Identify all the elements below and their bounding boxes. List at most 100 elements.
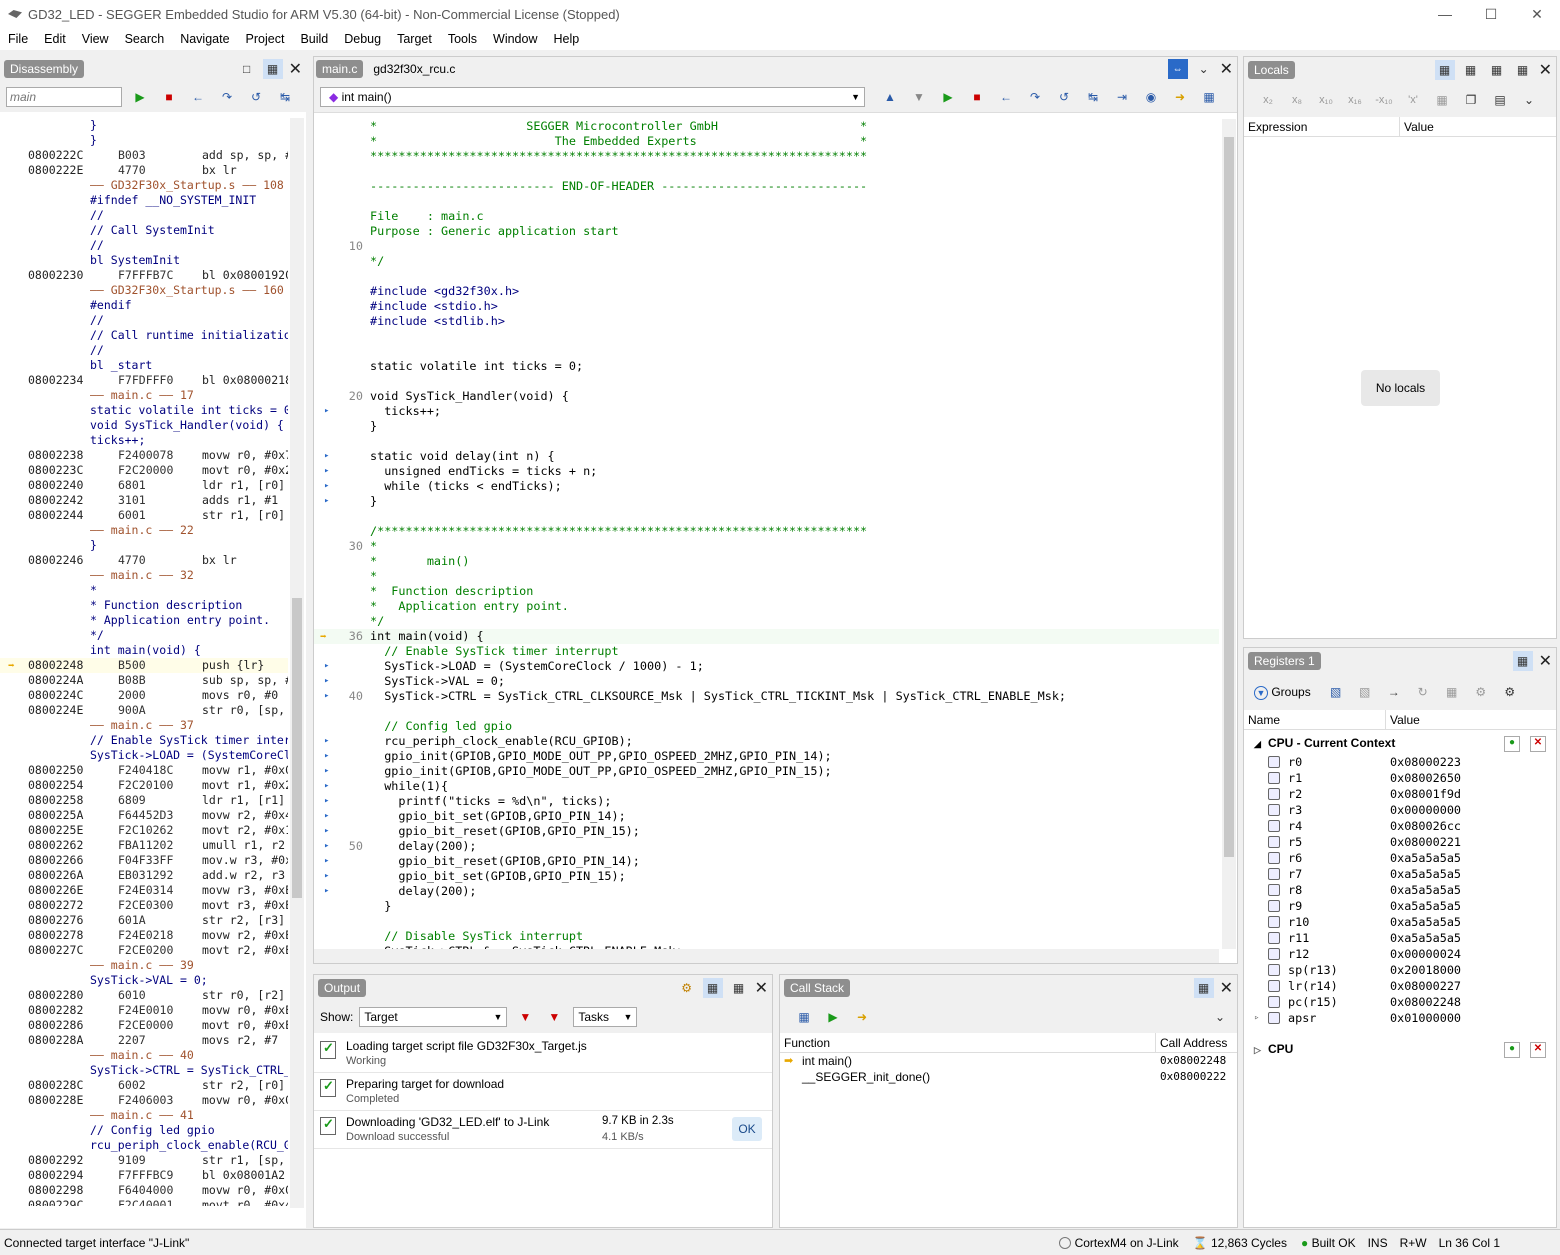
locals-chart-icon[interactable]: ▦ — [1513, 60, 1533, 80]
format-icon[interactable]: ⚙ — [1470, 682, 1492, 702]
register-checkbox[interactable] — [1268, 868, 1280, 880]
stop-icon[interactable]: ■ — [966, 87, 988, 107]
code-line[interactable]: 10 — [314, 239, 1219, 254]
register-row[interactable]: r9 0xa5a5a5a5 — [1244, 898, 1556, 914]
instruction-row[interactable]: 0800224E 900A str r0, [sp, — [0, 703, 288, 718]
instruction-row[interactable]: 08002286 F2CE0000 movt r0, #0xE — [0, 1018, 288, 1033]
editor-vertical-scrollbar[interactable] — [1222, 119, 1236, 949]
signed-format-icon[interactable]: -x₁₀ — [1373, 90, 1395, 110]
instruction-row[interactable]: 08002258 6809 ldr r1, [r1] — [0, 793, 288, 808]
editor-options-icon[interactable]: ⇔ — [1167, 59, 1188, 79]
file-marker-row[interactable]: —— GD32F30x_Startup.s —— 160 — [0, 283, 288, 298]
code-editor[interactable]: * SEGGER Microcontroller GmbH * * The Emb… — [314, 119, 1219, 949]
instruction-row[interactable]: 0800222E 4770 bx lr — [0, 163, 288, 178]
menu-window[interactable]: Window — [485, 32, 545, 46]
arrow-right-icon[interactable]: → — [1383, 682, 1405, 702]
code-line[interactable]: * — [314, 569, 1219, 584]
watch-icon[interactable]: ● — [1504, 1042, 1520, 1058]
code-line[interactable] — [314, 914, 1219, 929]
call-stack-row[interactable]: ➡ int main() 0x08002248 — [780, 1053, 1237, 1069]
instruction-row[interactable]: 08002242 3101 adds r1, #1 — [0, 493, 288, 508]
output-view-icon[interactable]: ▦ — [702, 978, 723, 998]
source-row[interactable]: } — [0, 538, 288, 553]
code-line[interactable] — [314, 269, 1219, 284]
editor-horizontal-scrollbar[interactable] — [314, 949, 1219, 963]
file-marker-row[interactable]: —— GD32F30x_Startup.s —— 108 — [0, 178, 288, 193]
instruction-row[interactable]: 08002276 601A str r2, [r3] — [0, 913, 288, 928]
code-line[interactable]: ▸ delay(200); — [314, 884, 1219, 899]
go-icon[interactable]: ▶ — [822, 1007, 844, 1027]
menu-debug[interactable]: Debug — [336, 32, 389, 46]
stop-icon[interactable]: ■ — [158, 87, 180, 107]
show-next-statement-icon[interactable]: ➜ — [1169, 87, 1191, 107]
close-output-icon[interactable]: ✕ — [755, 978, 768, 998]
source-row[interactable]: // Enable SysTick timer inter — [0, 733, 288, 748]
instruction-row[interactable]: 0800226E F24E0314 movw r3, #0xE — [0, 883, 288, 898]
code-line[interactable]: ▸ gpio_init(GPIOB,GPIO_MODE_OUT_PP,GPIO_… — [314, 764, 1219, 779]
code-line[interactable]: // Config led gpio — [314, 719, 1219, 734]
source-row[interactable]: void SysTick_Handler(void) { — [0, 418, 288, 433]
code-line[interactable]: /***************************************… — [314, 524, 1219, 539]
instruction-row[interactable]: 08002292 9109 str r1, [sp, — [0, 1153, 288, 1168]
file-marker-row[interactable]: —— main.c —— 22 — [0, 523, 288, 538]
source-row[interactable]: rcu_periph_clock_enable(RCU_G — [0, 1138, 288, 1153]
copy-icon[interactable]: ❐ — [1460, 90, 1482, 110]
code-line[interactable]: ▸} — [314, 494, 1219, 509]
function-selector[interactable]: ◆ int main() ▼ — [320, 86, 865, 107]
disassembly-search-input[interactable] — [6, 87, 122, 107]
menu-tools[interactable]: Tools — [440, 32, 485, 46]
register-row[interactable]: r1 0x08002650 — [1244, 770, 1556, 786]
menu-navigate[interactable]: Navigate — [172, 32, 237, 46]
code-line[interactable] — [314, 194, 1219, 209]
file-marker-row[interactable]: —— main.c —— 39 — [0, 958, 288, 973]
register-checkbox[interactable] — [1268, 964, 1280, 976]
source-row[interactable]: } — [0, 118, 288, 133]
instruction-row[interactable]: 08002272 F2CE0300 movt r3, #0xE — [0, 898, 288, 913]
call-stack-options-icon[interactable]: ▦ — [1193, 978, 1214, 998]
menu-file[interactable]: File — [0, 32, 36, 46]
instruction-row[interactable]: 0800229C F2C40001 movt r0, #0x4 — [0, 1198, 288, 1206]
locals-view-icon[interactable]: ▦ — [1461, 60, 1481, 80]
register-row[interactable]: r6 0xa5a5a5a5 — [1244, 850, 1556, 866]
call-stack-view-icon[interactable]: ▦ — [793, 1007, 815, 1027]
ok-button[interactable]: OK — [732, 1117, 762, 1141]
code-line[interactable]: // Enable SysTick timer interrupt — [314, 644, 1219, 659]
code-line[interactable]: ▸ gpio_bit_set(GPIOB,GPIO_PIN_14); — [314, 809, 1219, 824]
memory-icon[interactable]: ▦ — [1441, 682, 1463, 702]
register-row[interactable]: lr(r14) 0x08000227 — [1244, 978, 1556, 994]
instruction-row[interactable]: 08002278 F24E0218 movw r2, #0xE — [0, 928, 288, 943]
source-toggle-icon[interactable]: ▦ — [262, 59, 283, 79]
memory-icon[interactable]: ▦ — [1431, 90, 1453, 110]
instruction-row[interactable]: 08002244 6001 str r1, [r0] — [0, 508, 288, 523]
instruction-row[interactable]: 08002234 F7FDFFF0 bl 0x080002180 — [0, 373, 288, 388]
refresh-icon[interactable]: ↻ — [1412, 682, 1434, 702]
groups-button[interactable]: ▼ Groups — [1254, 685, 1311, 700]
code-line[interactable]: ➡ 36 int main(void) { — [314, 629, 1219, 644]
register-checkbox[interactable] — [1268, 1012, 1280, 1024]
chevron-down-icon[interactable]: ⌄ — [1518, 90, 1540, 110]
source-row[interactable]: // Call SystemInit — [0, 223, 288, 238]
code-line[interactable]: static volatile int ticks = 0; — [314, 359, 1219, 374]
instruction-row[interactable]: 08002282 F24E0010 movw r0, #0xE — [0, 1003, 288, 1018]
code-line[interactable]: ▸ 40 SysTick->CTRL = SysTick_CTRL_CLKSOUR… — [314, 689, 1219, 704]
register-row[interactable]: r7 0xa5a5a5a5 — [1244, 866, 1556, 882]
instruction-row[interactable]: ➡ 08002248 B500 push {lr} — [0, 658, 288, 673]
decimal-format-icon[interactable]: x₁₀ — [1315, 90, 1337, 110]
menu-build[interactable]: Build — [292, 32, 336, 46]
expand-icon[interactable]: ▷ — [1254, 1045, 1261, 1056]
register-checkbox[interactable] — [1268, 996, 1280, 1008]
step-over-icon[interactable]: ↺ — [1053, 87, 1075, 107]
disassembly-scrollbar[interactable] — [290, 118, 304, 1208]
menu-view[interactable]: View — [74, 32, 117, 46]
code-line[interactable]: ▸ static void delay(int n) { — [314, 449, 1219, 464]
code-line[interactable]: * SEGGER Microcontroller GmbH * — [314, 119, 1219, 134]
register-checkbox[interactable] — [1268, 852, 1280, 864]
instruction-row[interactable]: 0800224A B08B sub sp, sp, # — [0, 673, 288, 688]
code-line[interactable]: ▸ while (ticks < endTicks); — [314, 479, 1219, 494]
source-row[interactable]: int main(void) { — [0, 643, 288, 658]
close-registers-icon[interactable]: ✕ — [1539, 651, 1552, 671]
minimize-button[interactable]: — — [1422, 0, 1468, 28]
disassembly-toggle-icon[interactable]: ▦ — [1198, 87, 1220, 107]
file-marker-row[interactable]: —— main.c —— 41 — [0, 1108, 288, 1123]
close-window-button[interactable]: ✕ — [1514, 0, 1560, 28]
